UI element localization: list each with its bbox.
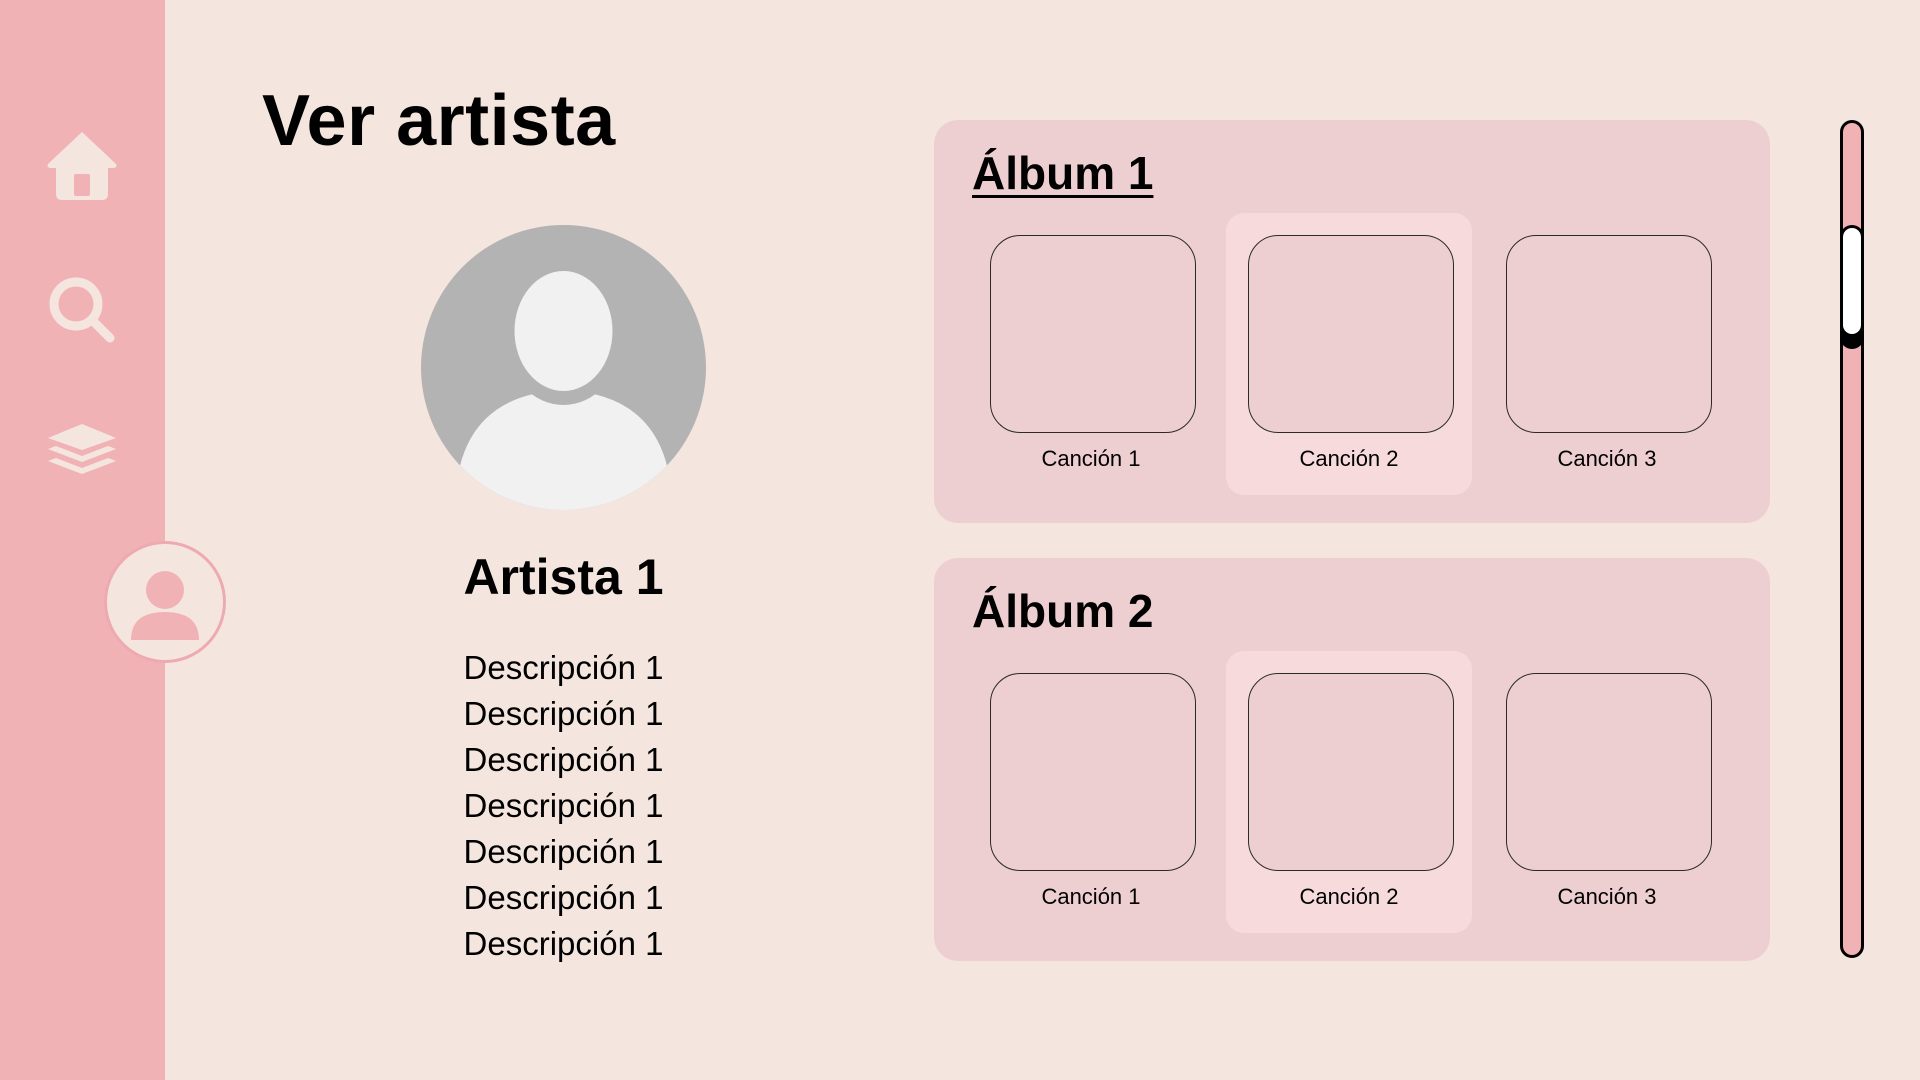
song-card[interactable]: Canción 1 bbox=[968, 651, 1214, 933]
song-cover bbox=[990, 673, 1196, 871]
profile-button[interactable] bbox=[104, 541, 226, 663]
song-cover bbox=[1248, 235, 1454, 433]
song-card[interactable]: Canción 1 bbox=[968, 213, 1214, 495]
artist-description: Descripción 1 Descripción 1 Descripción … bbox=[420, 645, 707, 967]
song-label: Canción 2 bbox=[1299, 884, 1399, 909]
description-line: Descripción 1 bbox=[463, 695, 664, 732]
song-label: Canción 2 bbox=[1299, 446, 1399, 471]
album-card: Álbum 1 Canción 1 Canción 2 Canción 3 bbox=[934, 120, 1770, 523]
scrollbar-thumb[interactable] bbox=[1840, 225, 1864, 349]
description-line: Descripción 1 bbox=[463, 833, 664, 870]
page-title: Ver artista bbox=[262, 81, 616, 161]
song-card[interactable]: Canción 2 bbox=[1226, 213, 1472, 495]
description-line: Descripción 1 bbox=[463, 925, 664, 962]
song-cover bbox=[1506, 235, 1712, 433]
song-card[interactable]: Canción 3 bbox=[1484, 651, 1730, 933]
user-icon bbox=[131, 571, 199, 640]
song-label: Canción 1 bbox=[1041, 446, 1141, 471]
song-cover bbox=[1506, 673, 1712, 871]
song-label: Canción 3 bbox=[1557, 884, 1657, 909]
album-title[interactable]: Álbum 1 bbox=[972, 146, 1153, 200]
song-label: Canción 1 bbox=[1041, 884, 1141, 909]
song-card[interactable]: Canción 2 bbox=[1226, 651, 1472, 933]
search-icon[interactable] bbox=[44, 272, 120, 348]
artist-name: Artista 1 bbox=[463, 549, 664, 605]
song-cover bbox=[1248, 673, 1454, 871]
album-title[interactable]: Álbum 2 bbox=[972, 584, 1153, 638]
artist-avatar bbox=[421, 225, 706, 510]
song-cover bbox=[990, 235, 1196, 433]
sidebar bbox=[0, 0, 226, 1080]
description-line: Descripción 1 bbox=[463, 741, 664, 778]
description-line: Descripción 1 bbox=[463, 649, 664, 686]
album-card: Álbum 2 Canción 1 Canción 2 Canción 3 bbox=[934, 558, 1770, 961]
home-icon[interactable] bbox=[44, 128, 120, 204]
song-card[interactable]: Canción 3 bbox=[1484, 213, 1730, 495]
layers-icon[interactable] bbox=[44, 418, 120, 494]
description-line: Descripción 1 bbox=[463, 787, 664, 824]
description-line: Descripción 1 bbox=[463, 879, 664, 916]
song-label: Canción 3 bbox=[1557, 446, 1657, 471]
scrollbar[interactable] bbox=[1840, 120, 1864, 958]
